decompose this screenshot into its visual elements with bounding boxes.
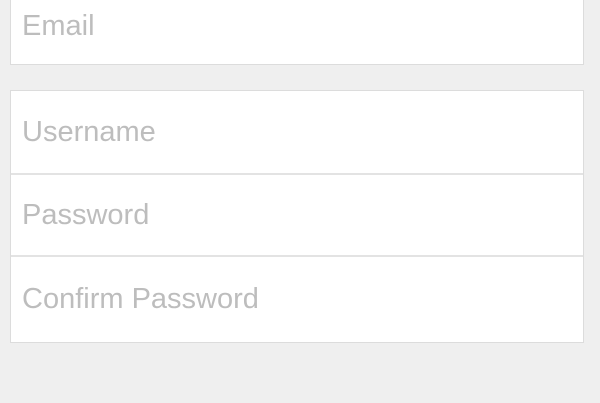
email-input[interactable]: [11, 0, 583, 64]
email-group: Email: [10, 0, 584, 65]
account-group: Username Password Confirm Password: [10, 90, 584, 343]
email-field[interactable]: Email: [11, 0, 583, 64]
username-field[interactable]: Username: [11, 91, 583, 173]
confirm-password-input[interactable]: [11, 257, 583, 340]
username-input[interactable]: [11, 91, 583, 173]
confirm-password-field[interactable]: Confirm Password: [11, 255, 583, 340]
password-field[interactable]: Password: [11, 173, 583, 255]
password-input[interactable]: [11, 175, 583, 255]
